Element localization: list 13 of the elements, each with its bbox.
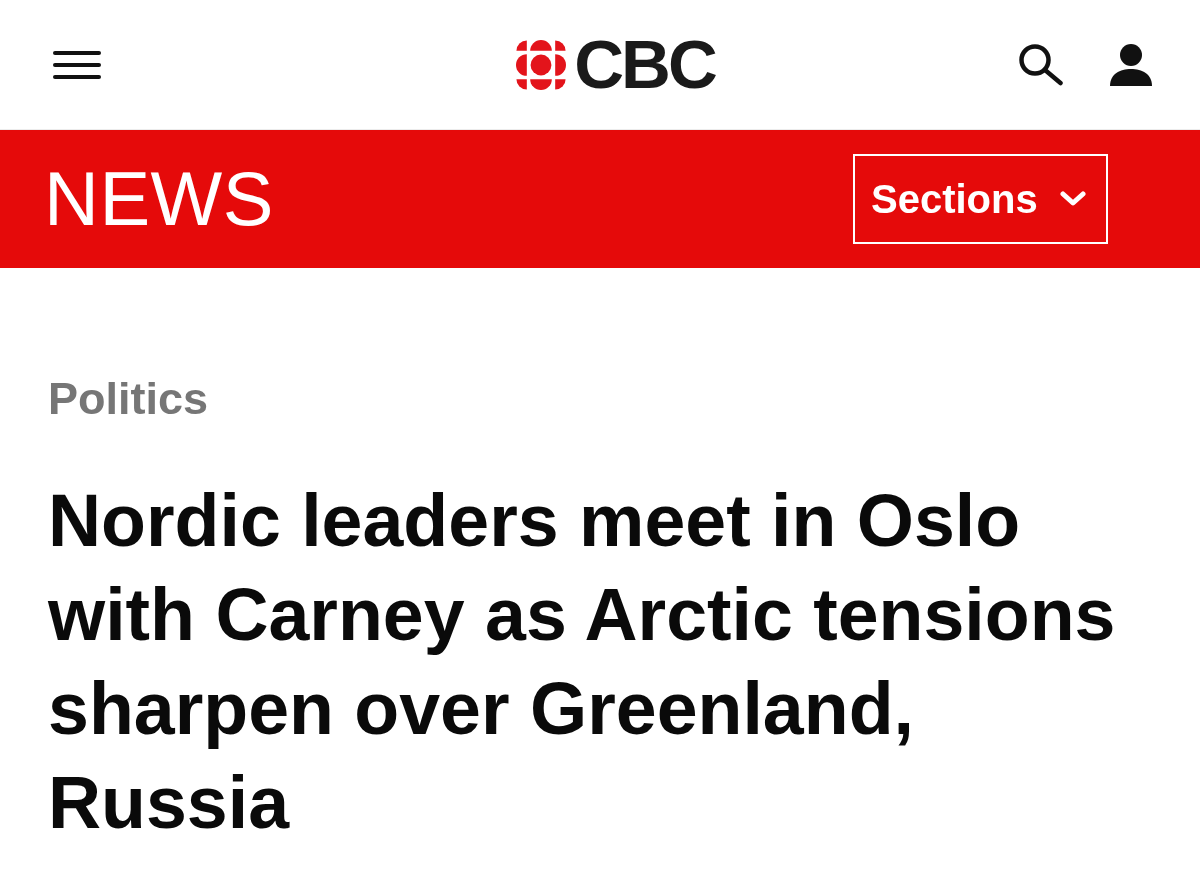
headline: Nordic leaders meet in Oslo with Carney as Arctic tensions sharpen over Greenland, Russia [48,478,1117,846]
chevron-down-icon [1060,191,1086,207]
section-title: NEWS [44,161,274,237]
logo-wordmark[interactable]: CBC [574,30,715,99]
sections-button[interactable]: Sections [853,154,1108,244]
search-button[interactable] [1018,43,1064,86]
account-button[interactable] [1110,43,1152,86]
search-icon [1018,43,1064,86]
category-link[interactable]: Politics [48,374,209,424]
menu-icon [53,50,101,79]
menu-button[interactable] [53,50,101,79]
user-icon [1110,43,1152,86]
gem-logo-icon [516,39,567,90]
